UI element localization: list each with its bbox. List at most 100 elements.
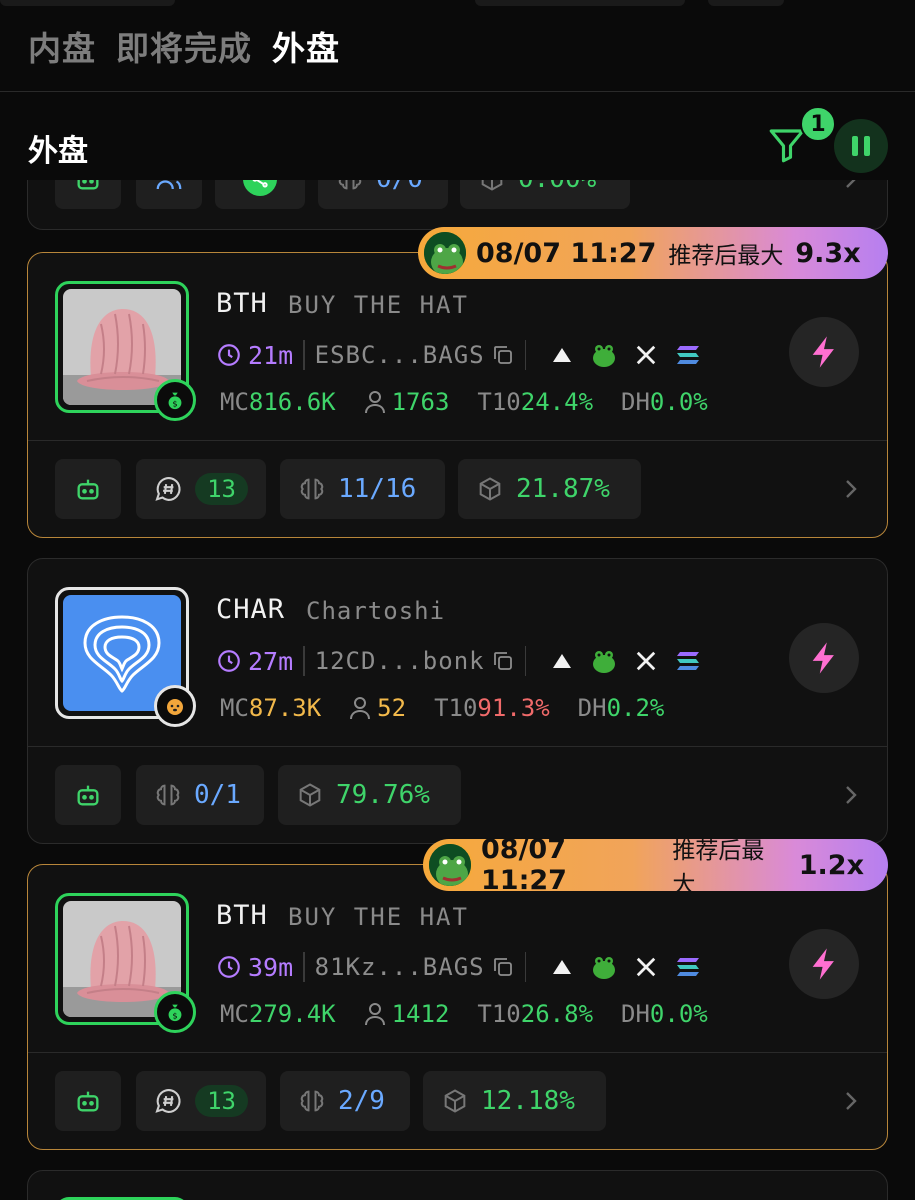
market-cap: 816.6K [248,388,336,416]
holders-icon [364,391,385,414]
mc-label: MC [220,1000,249,1028]
card-header: CHAR Chartoshi 27m 12CD...bonk MC 87.3K … [28,559,887,745]
chevron-right-icon[interactable] [843,783,859,807]
bundle-chip[interactable]: 12.18% [423,1071,606,1131]
top-fragment [0,0,175,6]
bundle-value: 79.76% [336,780,430,810]
brain-icon [338,180,362,190]
bundle-chip[interactable]: 21.87% [458,459,641,519]
token-ticker: BTH [216,900,268,931]
quick-buy-button[interactable] [789,929,859,999]
caller-avatar [427,842,473,888]
tab-inner[interactable]: 内盘 [28,22,96,70]
holders-button[interactable] [136,180,202,209]
copy-icon[interactable] [491,649,515,673]
recommend-label: 推荐后最大 [668,243,784,269]
comments-count: 13 [195,473,248,505]
x-twitter-icon[interactable] [632,341,660,369]
token-list[interactable]: 0/0 0.00% [0,180,915,1200]
filter-count-badge: 1 [800,106,836,142]
bot-button[interactable] [55,180,121,209]
separator [303,952,305,982]
website-icon[interactable] [548,647,576,675]
clock-icon [218,956,240,978]
copy-icon[interactable] [491,955,515,979]
solana-icon [674,647,702,675]
svg-text:$: $ [172,1010,177,1020]
card-stats-row: 13 2/9 12.18% [28,1053,887,1149]
share-button[interactable] [215,180,305,209]
bot-button[interactable] [55,459,121,519]
bundle-value: 21.87% [516,474,610,504]
t10-label: T10 [477,388,521,416]
token-card-partial[interactable] [27,1170,888,1200]
robot-icon [77,180,99,190]
smart-money-value: 0/1 [194,780,241,810]
token-card[interactable]: $ BTH BUY THE HAT 21m ESBC...BAGS MC 816… [27,252,888,538]
platform-badge: $ [154,379,196,421]
token-stats-row: MC 87.3K 52 T10 91.3% DH 0.2% [220,694,692,722]
top10-percent: 26.8% [520,1000,594,1028]
comments-count: 13 [195,1085,248,1117]
bot-button[interactable] [55,1071,121,1131]
solana-icon [674,341,702,369]
tab-outer[interactable]: 外盘 [272,22,340,70]
chevron-right-icon[interactable] [843,1089,859,1113]
market-cap: 279.4K [248,1000,336,1028]
quick-buy-button[interactable] [789,317,859,387]
contract-address[interactable]: 12CD...bonk [315,647,485,675]
contract-address[interactable]: ESBC...BAGS [315,341,485,369]
bot-button[interactable] [55,765,121,825]
comments-chip[interactable]: 13 [136,1071,266,1131]
bundle-chip[interactable]: 79.76% [278,765,461,825]
smart-money-chip[interactable]: 11/16 [280,459,445,519]
pause-button[interactable] [834,119,888,173]
token-ticker: BTH [216,288,268,319]
t10-label: T10 [434,694,478,722]
token-card[interactable]: $ BTH BUY THE HAT 39m 81Kz...BAGS MC 279… [27,864,888,1150]
header-divider [0,91,915,92]
brain-icon [156,784,180,806]
clock-icon [218,650,240,672]
bundle-value: 0.00% [518,180,596,194]
chevron-right-icon[interactable] [843,477,859,501]
contract-address[interactable]: 81Kz...BAGS [315,953,485,981]
bundle-chip[interactable]: 0.00% [460,180,630,209]
token-card-partial[interactable]: 0/0 0.00% [27,180,888,230]
copy-icon[interactable] [491,343,515,367]
pepe-icon[interactable] [590,647,618,675]
t10-label: T10 [477,1000,521,1028]
separator [524,952,527,982]
smart-money-chip[interactable]: 2/9 [280,1071,410,1131]
dh-label: DH [621,1000,650,1028]
brain-icon [300,1090,324,1112]
quick-buy-button[interactable] [789,623,859,693]
x-twitter-icon[interactable] [632,647,660,675]
chevron-right-icon[interactable] [843,180,859,191]
token-meta-row: 21m ESBC...BAGS [216,337,702,373]
bundle-value: 12.18% [481,1086,575,1116]
token-card[interactable]: CHAR Chartoshi 27m 12CD...bonk MC 87.3K … [27,558,888,844]
top10-percent: 91.3% [477,694,550,722]
age-value: 39m [248,952,294,982]
holders-count: 52 [377,694,407,722]
website-icon[interactable] [548,341,576,369]
tab-almost-complete[interactable]: 即将完成 [116,22,252,70]
x-twitter-icon[interactable] [632,953,660,981]
share-icon [243,180,277,196]
smart-money-chip[interactable]: 0/1 [136,765,264,825]
holders-count: 1412 [391,1000,450,1028]
pepe-icon[interactable] [590,341,618,369]
token-meta-row: 39m 81Kz...BAGS [216,949,702,985]
comments-chip[interactable]: 13 [136,459,266,519]
token-meta-row: 27m 12CD...bonk [216,643,702,679]
box-icon [444,1089,466,1113]
market-cap: 87.3K [248,694,322,722]
token-stats-row: MC 279.4K 1412 T10 26.8% DH 0.0% [220,1000,736,1028]
pepe-icon[interactable] [590,953,618,981]
top-fragment [475,0,685,6]
dev-hold-percent: 0.0% [649,1000,708,1028]
smart-money-chip[interactable]: 0/0 [318,180,448,209]
website-icon[interactable] [548,953,576,981]
dev-hold-percent: 0.0% [649,388,708,416]
